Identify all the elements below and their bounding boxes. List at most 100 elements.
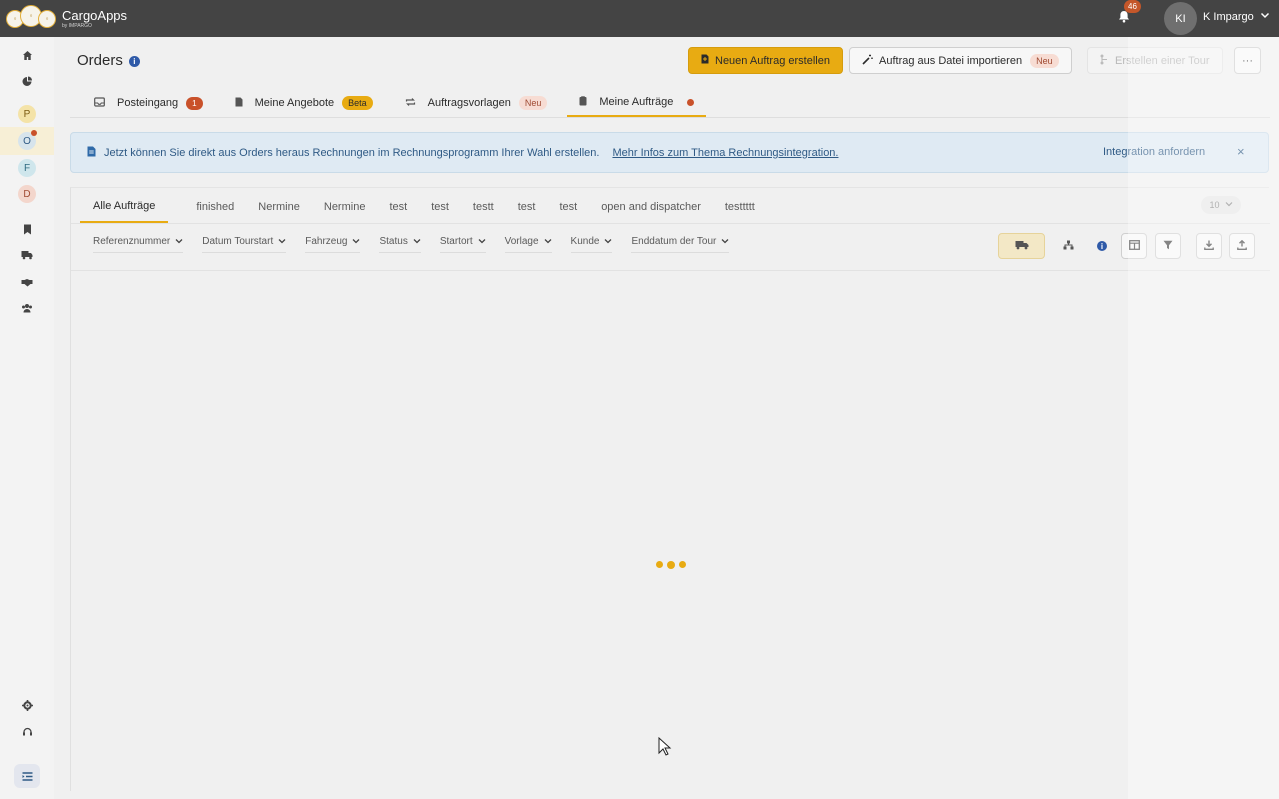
create-tour-button[interactable]: Erstellen einer Tour <box>1087 47 1223 74</box>
view-tab[interactable]: test <box>559 191 577 223</box>
page-size-select[interactable]: 10 <box>1201 196 1241 214</box>
tab-meine-auftraege[interactable]: Meine Aufträge <box>567 89 707 117</box>
top-bar: ◦ ◦ ◦ CargoApps by IMPARGO 46 KI K Impar… <box>0 0 1279 37</box>
app-name: CargoApps <box>62 7 128 23</box>
filter-label: Enddatum der Tour <box>631 236 717 247</box>
clipboard-icon <box>579 95 587 109</box>
filter-enddatum-der-tour[interactable]: Enddatum der Tour <box>631 236 730 253</box>
route-icon <box>1100 54 1109 68</box>
chevron-down-icon <box>721 237 729 247</box>
collapse-menu-icon[interactable] <box>19 768 35 784</box>
view-tab[interactable]: test <box>518 191 536 223</box>
sidebar-notification-dot <box>31 130 37 136</box>
inbox-icon <box>94 96 105 110</box>
filter-startort[interactable]: Startort <box>439 236 486 253</box>
sidebar-item-d[interactable]: D <box>18 185 36 203</box>
page-title-text: Orders <box>77 52 123 69</box>
chevron-down-icon <box>278 237 286 247</box>
saved-views: Alle Aufträge finished Nermine Nermine t… <box>80 191 779 223</box>
columns-button[interactable] <box>1121 233 1147 259</box>
filter-button[interactable] <box>1155 233 1181 259</box>
beta-badge: Beta <box>342 96 373 110</box>
more-options-button[interactable]: ··· <box>1234 47 1261 74</box>
view-tab[interactable]: open and dispatcher <box>601 191 701 223</box>
tab-meine-angebote[interactable]: Meine Angebote Beta <box>223 89 385 117</box>
filter-datum-tourstart[interactable]: Datum Tourstart <box>202 236 287 253</box>
chart-pie-icon[interactable] <box>19 73 35 89</box>
bookmark-icon[interactable] <box>19 221 35 237</box>
network-icon <box>1063 240 1074 253</box>
columns-icon <box>1128 239 1140 253</box>
filter-bar: Referenznummer Datum Tourstart Fahrzeug … <box>93 236 748 253</box>
document-info-icon <box>87 146 96 160</box>
new-badge: Neu <box>518 96 548 110</box>
view-tab[interactable]: Alle Aufträge <box>80 191 169 223</box>
repeat-icon <box>405 97 416 110</box>
filter-vorlage[interactable]: Vorlage <box>504 236 552 253</box>
filter-label: Fahrzeug <box>305 236 348 247</box>
chevron-down-icon[interactable] <box>1260 10 1270 23</box>
filters-divider <box>71 270 1270 271</box>
close-icon[interactable]: × <box>1237 144 1245 159</box>
count-badge: 1 <box>186 96 203 110</box>
create-order-button[interactable]: Neuen Auftrag erstellen <box>688 47 843 74</box>
filter-fahrzeug[interactable]: Fahrzeug <box>305 236 361 253</box>
document-icon <box>701 54 709 67</box>
filter-label: Datum Tourstart <box>202 236 274 247</box>
handshake-icon[interactable] <box>19 274 35 290</box>
avatar[interactable]: KI <box>1164 2 1197 35</box>
sidebar-item-p[interactable]: P <box>18 105 36 123</box>
upload-button[interactable] <box>1229 233 1255 259</box>
tab-label: Meine Angebote <box>254 97 335 109</box>
main-tabs: Posteingang 1 Meine Angebote Beta Auftra… <box>82 89 714 117</box>
view-tab[interactable]: Nermine <box>324 191 366 223</box>
mouse-cursor-icon <box>658 737 672 756</box>
view-tab[interactable]: finished <box>196 191 234 223</box>
view-tab[interactable]: test <box>389 191 407 223</box>
chevron-down-icon <box>413 237 421 247</box>
tab-auftragsvorlagen[interactable]: Auftragsvorlagen Neu <box>393 89 560 117</box>
filter-label: Referenznummer <box>93 236 171 247</box>
view-tab[interactable]: test <box>431 191 449 223</box>
support-icon[interactable] <box>19 724 35 740</box>
tab-posteingang[interactable]: Posteingang 1 <box>82 89 215 117</box>
chevron-down-icon <box>175 237 183 247</box>
loading-dot <box>679 561 686 568</box>
users-icon[interactable] <box>19 300 35 316</box>
chevron-down-icon <box>1225 200 1233 210</box>
download-button[interactable] <box>1196 233 1222 259</box>
sidebar: P O F D <box>0 37 54 799</box>
filter-kunde[interactable]: Kunde <box>570 236 613 253</box>
views-divider <box>71 223 1270 224</box>
loading-indicator <box>656 560 690 569</box>
tabs-divider <box>70 117 1270 118</box>
filter-status[interactable]: Status <box>379 236 421 253</box>
view-tab[interactable]: testtttt <box>725 191 755 223</box>
request-integration-link[interactable]: Integration anfordern <box>1103 146 1205 158</box>
info-button[interactable]: i <box>1089 233 1115 259</box>
banner-info-link[interactable]: Mehr Infos zum Thema Rechnungsintegratio… <box>612 147 838 159</box>
gear-icon[interactable] <box>19 697 35 713</box>
app-logo[interactable]: ◦ ◦ ◦ CargoApps by IMPARGO <box>6 4 128 29</box>
view-tab[interactable]: Nermine <box>258 191 300 223</box>
truck-view-toggle[interactable] <box>998 233 1045 259</box>
sidebar-item-f[interactable]: F <box>18 159 36 177</box>
network-view-toggle[interactable] <box>1055 233 1081 259</box>
truck-icon[interactable] <box>19 247 35 263</box>
home-icon[interactable] <box>19 47 35 63</box>
filter-icon <box>1163 240 1173 253</box>
filter-label: Kunde <box>570 236 600 247</box>
info-icon[interactable]: i <box>128 56 140 67</box>
user-name[interactable]: K Impargo <box>1203 11 1254 23</box>
filter-referenznummer[interactable]: Referenznummer <box>93 236 184 253</box>
filter-label: Vorlage <box>504 236 539 247</box>
create-order-label: Neuen Auftrag erstellen <box>715 54 830 67</box>
view-tab[interactable]: testt <box>473 191 494 223</box>
page-size-value: 10 <box>1209 200 1220 210</box>
loading-dot <box>667 560 675 569</box>
chevron-down-icon <box>478 237 486 247</box>
create-tour-label: Erstellen einer Tour <box>1115 54 1210 67</box>
import-order-button[interactable]: Auftrag aus Datei importieren Neu <box>849 47 1072 74</box>
logo-mark: ◦ ◦ ◦ <box>6 4 56 28</box>
banner-text: Jetzt können Sie direkt aus Orders herau… <box>104 146 600 159</box>
